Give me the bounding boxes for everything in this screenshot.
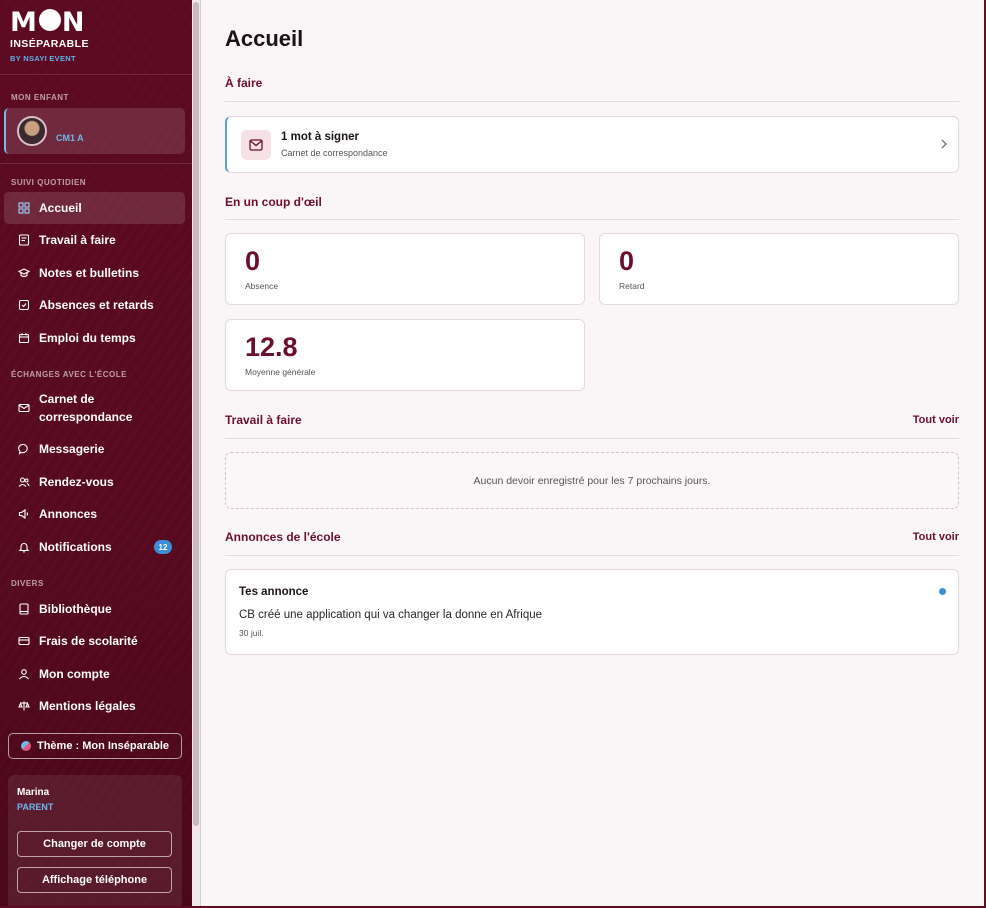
user-role: PARENT <box>17 802 54 812</box>
sidebar-item-annonces[interactable]: Annonces <box>4 498 185 530</box>
sidebar-item-label: Notes et bulletins <box>39 266 140 280</box>
sidebar-item-mon-compte[interactable]: Mon compte <box>4 658 185 690</box>
sidebar-item-emploi[interactable]: Emploi du temps <box>4 322 185 354</box>
stat-value: 0 <box>619 246 635 276</box>
stat-value: 12.8 <box>245 332 298 362</box>
sidebar-item-frais[interactable]: Frais de scolarité <box>4 625 185 657</box>
dashboard-icon <box>18 202 30 214</box>
announcements-section-title: Annonces de l'école <box>225 530 341 544</box>
sidebar-item-label: Messagerie <box>39 442 105 456</box>
theme-button[interactable]: Thème : Mon Inséparable <box>8 733 182 759</box>
brand-subtitle: INSÉPARABLE <box>10 38 89 50</box>
users-icon <box>18 476 30 488</box>
child-avatar <box>17 116 47 146</box>
stat-label: Retard <box>619 281 645 291</box>
sidebar-scrollbar-thumb[interactable] <box>193 2 199 826</box>
homework-empty-state: Aucun devoir enregistré pour les 7 proch… <box>225 452 959 509</box>
homework-icon <box>18 234 30 246</box>
bell-icon <box>18 541 30 553</box>
todo-item-card[interactable]: 1 mot à signer Carnet de correspondance <box>225 116 959 173</box>
sidebar-item-label: Rendez-vous <box>39 475 114 489</box>
brand-logo[interactable]: MN INSÉPARABLE BY NSAYI EVENT <box>10 9 89 63</box>
section-title-divers: DIVERS <box>11 579 44 588</box>
user-icon <box>18 668 30 680</box>
stat-label: Absence <box>245 281 279 291</box>
sidebar-item-notes[interactable]: Notes et bulletins <box>4 257 185 289</box>
sidebar-item-label: Frais de scolarité <box>39 634 138 648</box>
check-square-icon <box>18 299 30 311</box>
graduation-cap-icon <box>18 267 30 279</box>
child-selector[interactable]: CM1 A <box>4 108 185 154</box>
sidebar-item-label: Mentions légales <box>39 699 136 713</box>
child-section-title: MON ENFANT <box>11 93 69 102</box>
sidebar-item-label: Accueil <box>39 201 82 215</box>
todo-item-subtitle: Carnet de correspondance <box>281 148 388 158</box>
user-name: Marina <box>17 787 50 798</box>
glance-section-title: En un coup d'œil <box>225 195 322 209</box>
sidebar-item-label: Travail à faire <box>39 233 116 247</box>
main-content: Accueil À faire 1 mot à signer Carnet de… <box>201 0 986 908</box>
todo-section-title: À faire <box>225 76 263 90</box>
stat-value: 0 <box>245 246 261 276</box>
stat-card-retard[interactable]: 0 Retard <box>599 233 959 305</box>
sidebar-item-label: Carnet de correspondance <box>39 392 133 424</box>
sidebar-item-absences[interactable]: Absences et retards <box>4 289 185 321</box>
sidebar-item-accueil[interactable]: Accueil <box>4 192 185 224</box>
notifications-count-badge: 12 <box>154 540 172 554</box>
phone-view-button[interactable]: Affichage téléphone <box>17 867 172 893</box>
homework-section-title: Travail à faire <box>225 413 302 427</box>
sidebar-item-label: Bibliothèque <box>39 602 112 616</box>
switch-account-button[interactable]: Changer de compte <box>17 831 172 857</box>
mail-icon <box>18 402 30 414</box>
unread-dot-icon <box>939 588 946 595</box>
child-class: CM1 A <box>56 133 84 143</box>
sidebar-item-label: Notifications <box>39 540 112 554</box>
announcement-text: CB créé une application qui va changer l… <box>239 609 543 621</box>
stat-card-moyenne[interactable]: 12.8 Moyenne générale <box>225 319 585 391</box>
announcements-see-all-link[interactable]: Tout voir <box>913 531 959 543</box>
sidebar-item-notifications[interactable]: Notifications 12 <box>4 531 185 563</box>
theme-button-label: Thème : Mon Inséparable <box>36 740 170 752</box>
stat-card-absence[interactable]: 0 Absence <box>225 233 585 305</box>
sidebar-item-mentions[interactable]: Mentions légales <box>4 690 185 722</box>
chevron-right-icon <box>941 139 947 149</box>
sidebar-item-carnet[interactable]: Carnet de correspondance <box>4 389 185 427</box>
section-title-echanges: ÉCHANGES AVEC L'ÉCOLE <box>11 370 127 379</box>
sidebar-divider <box>0 163 192 164</box>
megaphone-icon <box>18 508 30 520</box>
sidebar-item-label: Emploi du temps <box>39 331 136 345</box>
logo-face-icon <box>38 9 61 31</box>
credit-card-icon <box>18 635 30 647</box>
mail-icon <box>241 130 271 160</box>
calendar-icon <box>18 332 30 344</box>
sidebar-item-messagerie[interactable]: Messagerie <box>4 433 185 465</box>
sidebar-item-label: Annonces <box>39 507 98 521</box>
scale-icon <box>18 700 30 712</box>
sidebar-item-label: Mon compte <box>39 667 110 681</box>
book-icon <box>18 603 30 615</box>
stat-label: Moyenne générale <box>245 367 316 377</box>
section-title-suivi: SUIVI QUOTIDIEN <box>11 178 87 187</box>
user-card: Marina PARENT Changer de compte Affichag… <box>8 775 182 908</box>
brand-by: BY NSAYI EVENT <box>10 54 76 63</box>
todo-item-title: 1 mot à signer <box>281 131 359 143</box>
announcement-card[interactable]: Tes annonce CB créé une application qui … <box>225 569 959 655</box>
theme-palette-icon <box>20 741 31 751</box>
chat-bubble-icon <box>18 443 30 455</box>
sidebar-item-rendez-vous[interactable]: Rendez-vous <box>4 466 185 498</box>
announcement-date: 30 juil. <box>239 628 264 638</box>
sidebar-item-label: Absences et retards <box>39 298 154 312</box>
announcement-title: Tes annonce <box>239 586 309 598</box>
sidebar-item-travail[interactable]: Travail à faire <box>4 224 185 256</box>
page-title: Accueil <box>225 26 304 51</box>
sidebar-divider <box>0 74 192 75</box>
homework-see-all-link[interactable]: Tout voir <box>913 414 959 426</box>
sidebar-item-bibliotheque[interactable]: Bibliothèque <box>4 593 185 625</box>
sidebar: MN INSÉPARABLE BY NSAYI EVENT MON ENFANT… <box>0 0 192 908</box>
